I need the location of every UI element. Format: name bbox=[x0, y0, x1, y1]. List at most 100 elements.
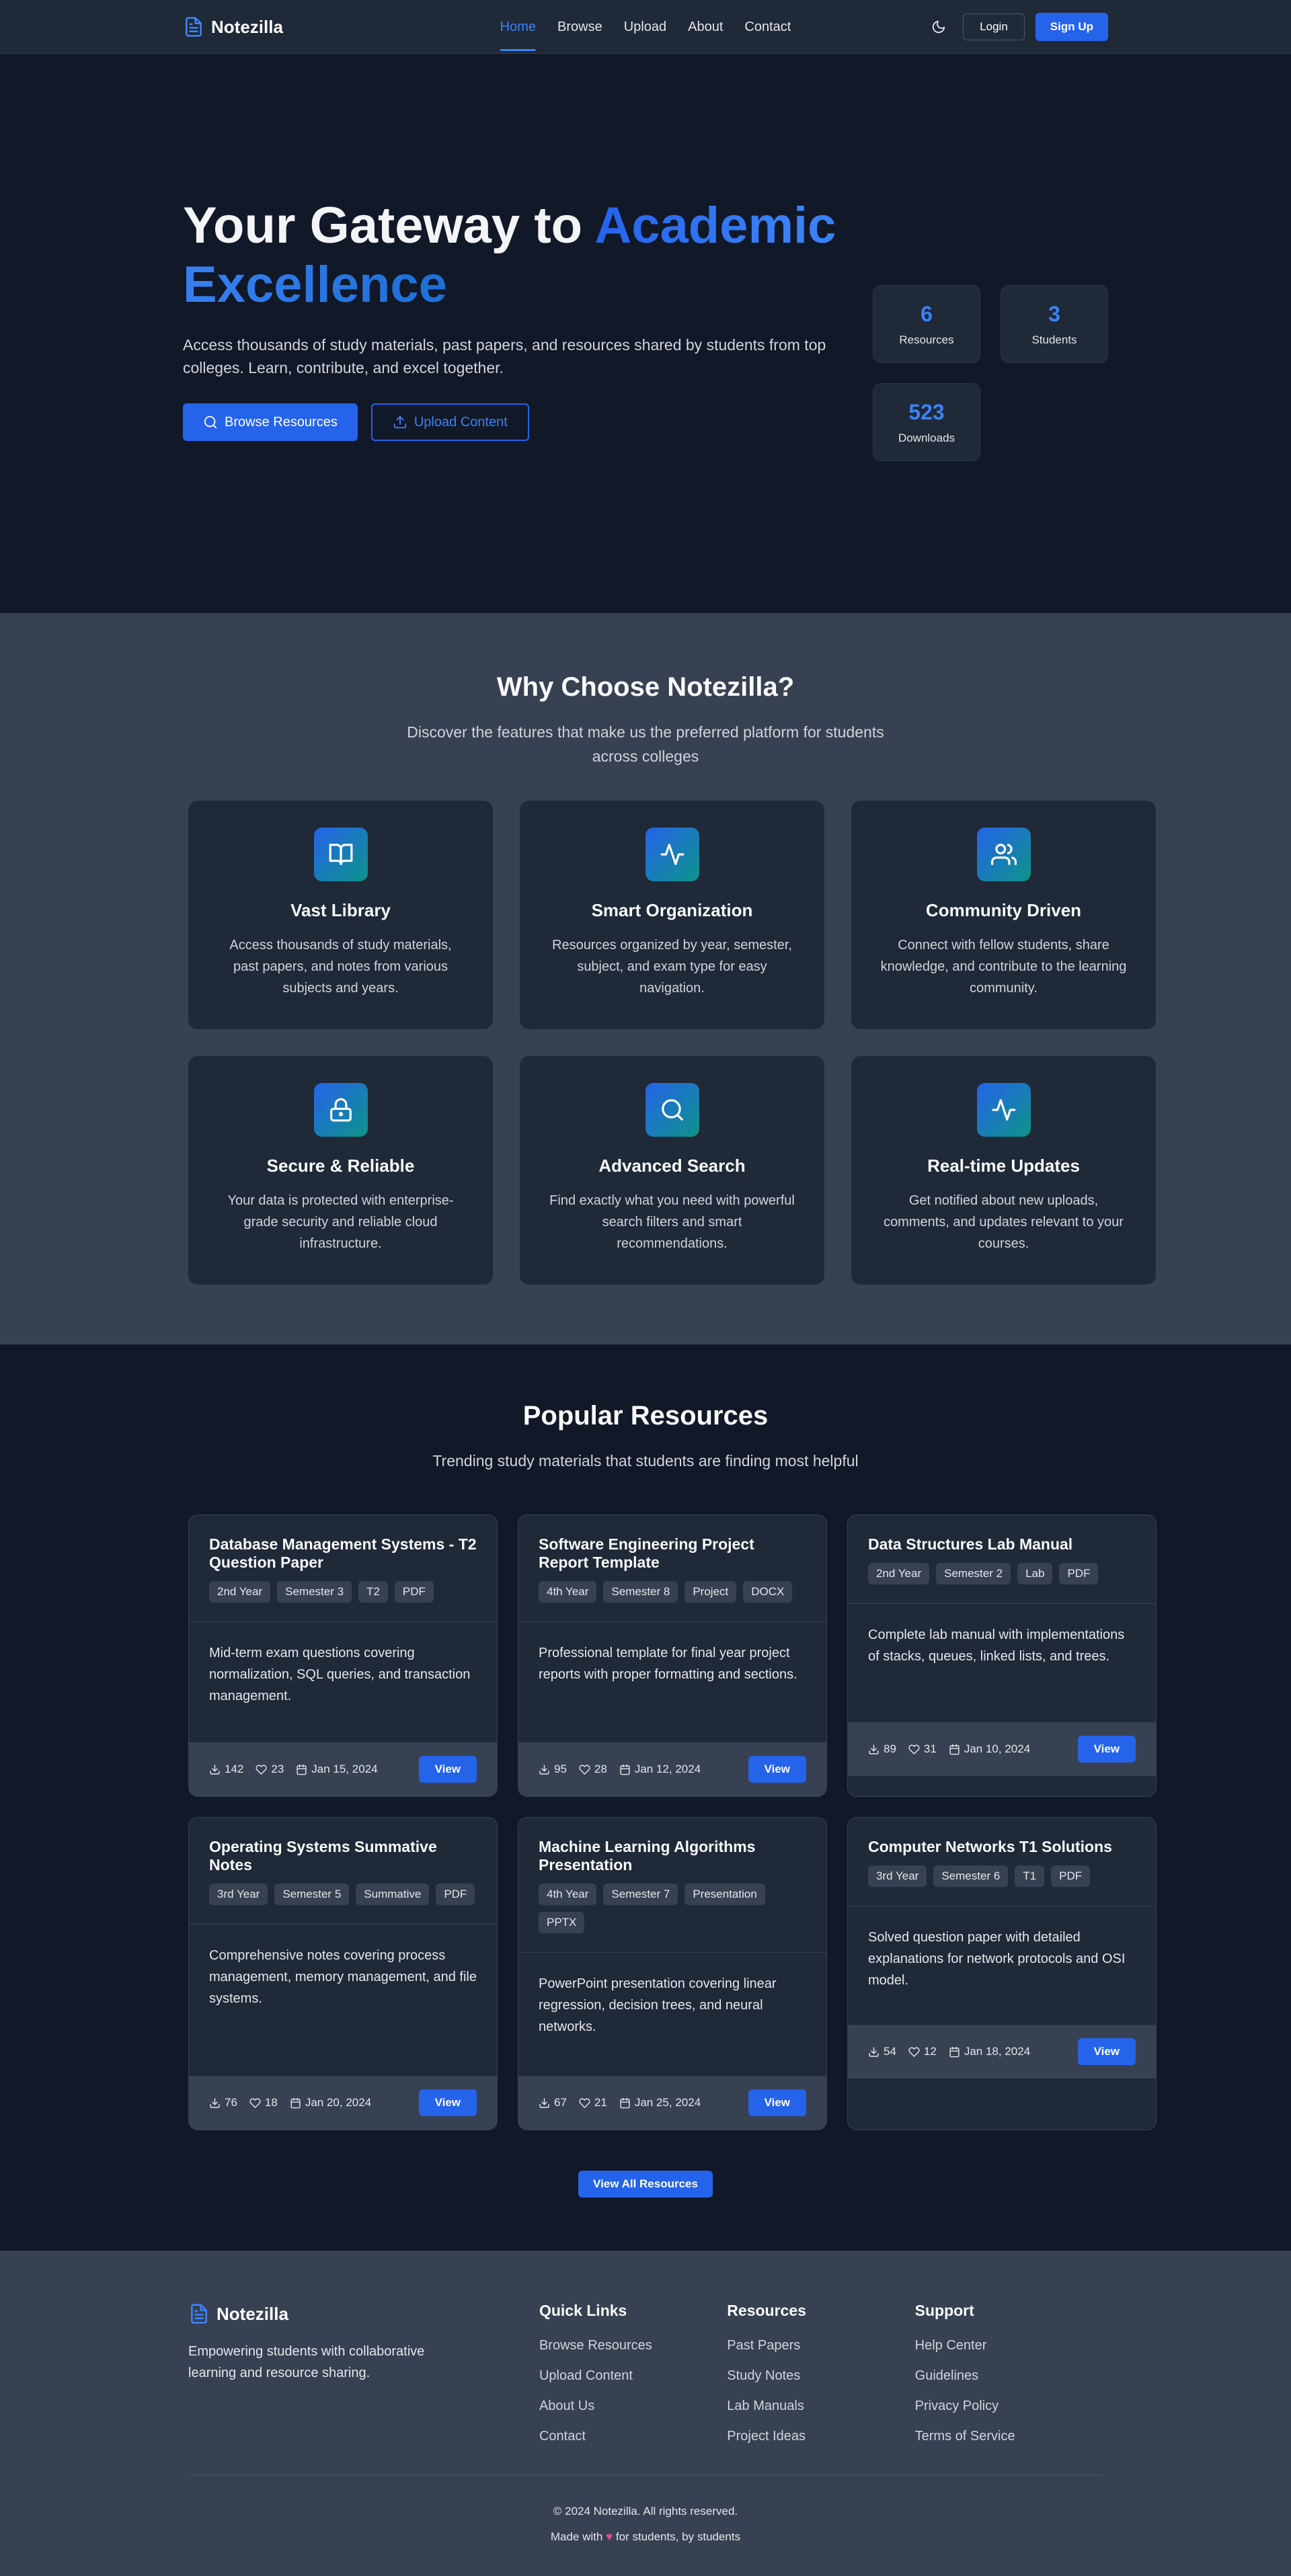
heart-icon[interactable] bbox=[579, 2097, 590, 2109]
stat-label: Students bbox=[1031, 333, 1077, 346]
heart-icon[interactable] bbox=[908, 1744, 920, 1755]
footer-link[interactable]: Terms of Service bbox=[915, 2428, 1103, 2445]
tag-year: 3rd Year bbox=[868, 1865, 927, 1887]
view-button[interactable]: View bbox=[1077, 2038, 1136, 2065]
resources-title: Popular Resources bbox=[522, 1401, 769, 1431]
footer: Notezilla Empowering students with colla… bbox=[0, 2251, 1291, 2576]
upload-date: Jan 20, 2024 bbox=[305, 2096, 372, 2109]
signup-button[interactable]: Sign Up bbox=[1035, 13, 1108, 41]
resource-description: Professional template for final year pro… bbox=[539, 1646, 797, 1682]
features-title: Why Choose Notezilla? bbox=[496, 672, 795, 702]
view-button[interactable]: View bbox=[748, 2089, 806, 2116]
feature-title: Smart Organization bbox=[591, 900, 753, 920]
resource-title[interactable]: Machine Learning Algorithms Presentation bbox=[539, 1838, 806, 1874]
upload-date: Jan 18, 2024 bbox=[964, 2045, 1031, 2058]
calendar-icon bbox=[290, 2097, 301, 2109]
moon-icon bbox=[931, 19, 946, 34]
feature-card: Advanced Search Find exactly what you ne… bbox=[520, 1056, 824, 1285]
heart-icon[interactable] bbox=[908, 2046, 920, 2058]
tag-format: PPTX bbox=[539, 1912, 585, 1933]
stat-value: 3 bbox=[1048, 301, 1060, 326]
lock-icon bbox=[313, 1083, 368, 1137]
hero-title: Your Gateway to Academic Excellence bbox=[183, 196, 862, 315]
calendar-icon bbox=[619, 2097, 631, 2109]
tag-type: T2 bbox=[358, 1581, 388, 1603]
browse-resources-button[interactable]: Browse Resources bbox=[183, 403, 358, 441]
footer-link[interactable]: Past Papers bbox=[727, 2337, 914, 2354]
browse-resources-label: Browse Resources bbox=[225, 414, 338, 430]
login-button[interactable]: Login bbox=[963, 13, 1025, 40]
resource-card: Machine Learning Algorithms Presentation… bbox=[518, 1817, 827, 2130]
copyright-text: © 2024 Notezilla. All rights reserved. bbox=[553, 2505, 738, 2518]
download-count: 67 bbox=[554, 2096, 567, 2109]
main-nav: Home Browse Upload About Contact bbox=[500, 0, 791, 54]
resource-card: Operating Systems Summative Notes 3rd Ye… bbox=[188, 1817, 498, 2130]
nav-contact[interactable]: Contact bbox=[744, 0, 791, 54]
view-button[interactable]: View bbox=[748, 1756, 806, 1783]
footer-link[interactable]: Browse Resources bbox=[539, 2337, 727, 2354]
like-count: 23 bbox=[271, 1763, 284, 1775]
resource-title[interactable]: Software Engineering Project Report Temp… bbox=[539, 1535, 806, 1572]
tag-format: PDF bbox=[1051, 1865, 1091, 1887]
footer-brand-name: Notezilla bbox=[217, 2303, 288, 2324]
footer-link[interactable]: Upload Content bbox=[539, 2368, 727, 2384]
search-icon bbox=[645, 1083, 699, 1137]
calendar-icon bbox=[619, 1764, 631, 1775]
heart-icon[interactable] bbox=[256, 1764, 267, 1775]
heart-icon[interactable] bbox=[579, 1764, 590, 1775]
feature-card: Secure & Reliable Your data is protected… bbox=[188, 1056, 493, 1285]
stats-panel: 6 Resources 3 Students 523 Downloads bbox=[873, 285, 1108, 467]
resource-title[interactable]: Computer Networks T1 Solutions bbox=[868, 1838, 1136, 1856]
nav-about[interactable]: About bbox=[688, 0, 723, 54]
footer-link[interactable]: Help Center bbox=[915, 2337, 1103, 2354]
like-count: 18 bbox=[264, 2096, 278, 2109]
footer-link[interactable]: Contact bbox=[539, 2428, 727, 2445]
footer-link[interactable]: Guidelines bbox=[915, 2368, 1103, 2384]
nav-browse[interactable]: Browse bbox=[557, 0, 602, 54]
footer-link[interactable]: Project Ideas bbox=[727, 2428, 914, 2445]
feature-title: Secure & Reliable bbox=[266, 1156, 415, 1176]
footer-brand[interactable]: Notezilla bbox=[188, 2302, 539, 2326]
resource-card: Data Structures Lab Manual 2nd Year Seme… bbox=[847, 1515, 1157, 1797]
brand-logo[interactable]: Notezilla bbox=[183, 15, 283, 39]
feature-description: Resources organized by year, semester, s… bbox=[552, 938, 792, 996]
stat-label: Downloads bbox=[898, 431, 955, 444]
resource-card: Database Management Systems - T2 Questio… bbox=[188, 1515, 498, 1797]
heart-icon[interactable] bbox=[249, 2097, 261, 2109]
resource-title[interactable]: Database Management Systems - T2 Questio… bbox=[209, 1535, 477, 1572]
upload-content-button[interactable]: Upload Content bbox=[370, 403, 529, 441]
navbar: Notezilla Home Browse Upload About Conta… bbox=[0, 0, 1291, 54]
view-button[interactable]: View bbox=[1077, 1736, 1136, 1763]
footer-link[interactable]: About Us bbox=[539, 2398, 727, 2415]
feature-title: Advanced Search bbox=[598, 1156, 746, 1176]
stat-resources: 6 Resources bbox=[873, 285, 980, 363]
nav-home[interactable]: Home bbox=[500, 0, 537, 54]
feature-card: Real-time Updates Get notified about new… bbox=[851, 1056, 1156, 1285]
view-button[interactable]: View bbox=[418, 2089, 477, 2116]
tag-semester: Semester 3 bbox=[277, 1581, 352, 1603]
theme-toggle-button[interactable] bbox=[925, 13, 952, 40]
tag-format: PDF bbox=[436, 1884, 475, 1905]
footer-column-quick-links: Quick Links Browse Resources Upload Cont… bbox=[539, 2302, 727, 2445]
tag-type: Presentation bbox=[684, 1884, 765, 1905]
footer-column-title: Quick Links bbox=[539, 2302, 627, 2319]
tag-semester: Semester 6 bbox=[933, 1865, 1009, 1887]
footer-column-support: Support Help Center Guidelines Privacy P… bbox=[915, 2302, 1103, 2445]
download-count: 54 bbox=[884, 2045, 896, 2058]
footer-link[interactable]: Lab Manuals bbox=[727, 2398, 914, 2415]
resources-subtitle: Trending study materials that students a… bbox=[432, 1452, 859, 1470]
resource-title[interactable]: Data Structures Lab Manual bbox=[868, 1535, 1136, 1554]
tag-semester: Semester 7 bbox=[603, 1884, 678, 1905]
nav-upload[interactable]: Upload bbox=[624, 0, 666, 54]
view-all-resources-button[interactable]: View All Resources bbox=[578, 2171, 713, 2198]
view-button[interactable]: View bbox=[418, 1756, 477, 1783]
footer-link[interactable]: Study Notes bbox=[727, 2368, 914, 2384]
tag-type: T1 bbox=[1015, 1865, 1045, 1887]
footer-link[interactable]: Privacy Policy bbox=[915, 2398, 1103, 2415]
upload-date: Jan 12, 2024 bbox=[634, 1763, 701, 1775]
feature-description: Find exactly what you need with powerful… bbox=[549, 1193, 795, 1251]
resource-title[interactable]: Operating Systems Summative Notes bbox=[209, 1838, 477, 1874]
like-count: 12 bbox=[923, 2045, 937, 2058]
stat-value: 523 bbox=[908, 399, 945, 424]
download-count: 95 bbox=[554, 1763, 567, 1775]
